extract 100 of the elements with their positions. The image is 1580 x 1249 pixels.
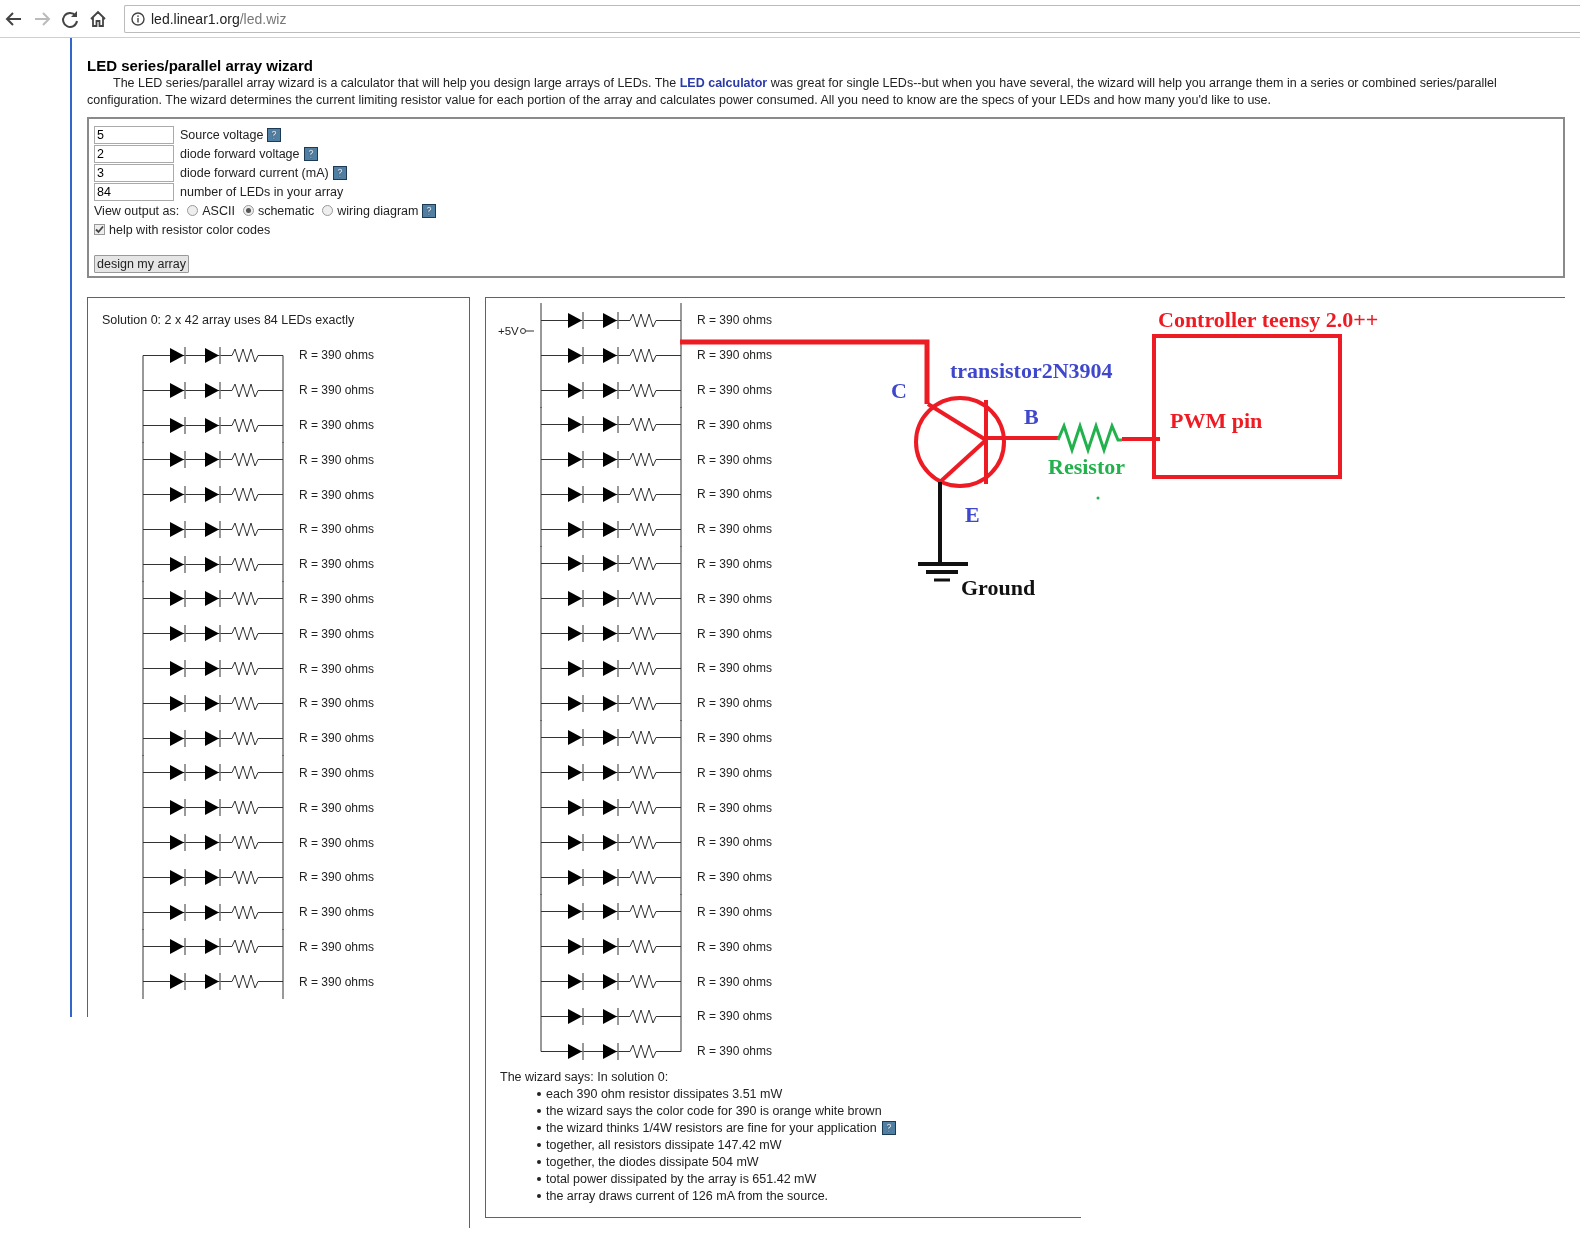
radio-button[interactable] — [322, 205, 334, 216]
bullet-icon — [537, 1126, 541, 1131]
bullet-icon — [537, 1177, 541, 1182]
resistor-value: R = 390 ohms — [697, 661, 773, 676]
summary-item: each 390 ohm resistor dissipates 3.51 mW — [546, 1085, 783, 1103]
field-label: diode forward current (mA) — [180, 165, 329, 180]
resistor-value: R = 390 ohms — [697, 417, 773, 432]
resistor-value: R = 390 ohms — [697, 870, 773, 885]
summary-item: the wizard says the color code for 390 is orange white brown — [546, 1102, 882, 1120]
calculator-link[interactable]: LED calculator — [679, 76, 768, 90]
base-label: B — [1024, 406, 1039, 428]
summary-item: total power dissipated by the array is 651.42 mW — [546, 1170, 817, 1188]
resistor-value: R = 390 ohms — [697, 939, 773, 954]
help-icon[interactable] — [267, 127, 282, 142]
resistor-value: R = 390 ohms — [299, 870, 375, 885]
bullet-icon — [537, 1194, 541, 1199]
input-field[interactable]: 2 — [94, 144, 174, 163]
help-icon[interactable] — [422, 203, 437, 218]
resistor-value: R = 390 ohms — [697, 904, 773, 919]
input-field[interactable]: 3 — [94, 163, 174, 182]
resistor-value: R = 390 ohms — [697, 452, 773, 467]
solution-heading: Solution 0: 2 x 42 array uses 84 LEDs exactly — [101, 312, 356, 329]
resistor-drawing — [1056, 421, 1122, 455]
help-icon[interactable] — [303, 146, 318, 161]
resistor-value: R = 390 ohms — [697, 383, 773, 397]
radio-label[interactable]: schematic — [257, 203, 315, 218]
resistor-value: R = 390 ohms — [697, 348, 773, 363]
bullet-icon — [537, 1143, 541, 1148]
source-label: +5V — [498, 325, 519, 337]
help-icon[interactable] — [332, 165, 347, 180]
summary-item: together, the diodes dissipate 504 mW — [546, 1153, 759, 1171]
resistor-value: R = 390 ohms — [697, 730, 773, 745]
resistor-value: R = 390 ohms — [697, 591, 773, 606]
resistor-value: R = 390 ohms — [299, 800, 375, 815]
resistor-value: R = 390 ohms — [697, 696, 773, 711]
resistor-value: R = 390 ohms — [299, 591, 375, 606]
resistor-value: R = 390 ohms — [697, 626, 773, 641]
resistor-value: R = 390 ohms — [299, 731, 375, 746]
resistor-value: R = 390 ohms — [697, 765, 773, 780]
resistor-label: Resistor — [1048, 456, 1125, 478]
collector-label: C — [891, 380, 907, 402]
emitter-label: E — [965, 504, 980, 526]
resistor-value: R = 390 ohms — [697, 800, 773, 815]
design-button[interactable]: design my array — [94, 255, 189, 273]
resistor-value: R = 390 ohms — [299, 974, 375, 989]
resistor-value: R = 390 ohms — [299, 418, 375, 432]
resistor-value: R = 390 ohms — [697, 1009, 773, 1024]
help-icon[interactable] — [881, 1121, 896, 1136]
resistor-value: R = 390 ohms — [299, 557, 375, 572]
resistor-value: R = 390 ohms — [299, 626, 375, 641]
resistor-value: R = 390 ohms — [299, 348, 375, 363]
summary-item: the wizard thinks 1/4W resistors are fine for your application — [546, 1119, 877, 1137]
intro-paragraph: The LED series/parallel array wizard is a calculator that will help you design large arrays of LEDs. The LED calculator was great for single LEDs--but when you have several, the wizard will help you arrange them in a series or combined series/parallel configuration. The wizard determines the current limiting resistor value for each portion of the array and calculates power consumed. All you need to know are the specs of your LEDs and how many you'd like to use. — [87, 75, 1498, 109]
bullet-icon — [537, 1092, 541, 1097]
resistor-value: R = 390 ohms — [299, 696, 375, 711]
bullet-icon — [537, 1160, 541, 1165]
summary-item: together, all resistors dissipate 147.42 mW — [546, 1136, 782, 1154]
resistor-value: R = 390 ohms — [299, 522, 375, 537]
resistor-value: R = 390 ohms — [299, 765, 375, 780]
page-title: LED series/parallel array wizard — [87, 57, 314, 75]
resistor-value: R = 390 ohms — [299, 661, 375, 676]
resistor-value: R = 390 ohms — [299, 452, 375, 467]
resistor-value: R = 390 ohms — [697, 313, 773, 328]
radio-label[interactable]: ASCII — [202, 203, 235, 218]
resistor-value: R = 390 ohms — [697, 556, 773, 571]
dot-mark — [1096, 496, 1100, 500]
input-field[interactable]: 5 — [94, 125, 174, 144]
field-label: diode forward voltage — [180, 146, 300, 161]
resistor-value: R = 390 ohms — [697, 835, 773, 850]
info-icon[interactable] — [131, 11, 145, 26]
radio-button[interactable] — [242, 205, 254, 216]
resistor-value: R = 390 ohms — [697, 522, 773, 537]
checkbox[interactable] — [94, 224, 105, 235]
input-field[interactable]: 84 — [94, 182, 174, 201]
checkbox-label[interactable]: help with resistor color codes — [109, 222, 271, 237]
pin-label: PWM pin — [1170, 410, 1263, 432]
ground-icon — [918, 562, 968, 582]
summary-item: the array draws current of 126 mA from the source. — [546, 1187, 829, 1205]
radio-label[interactable]: wiring diagram — [337, 203, 419, 218]
controller-label: Controller teensy 2.0++ — [1158, 309, 1379, 331]
home-icon[interactable] — [88, 8, 108, 29]
resistor-value: R = 390 ohms — [299, 905, 375, 920]
resistor-value: R = 390 ohms — [299, 835, 375, 850]
bullet-icon — [537, 1109, 541, 1114]
radio-button[interactable] — [187, 205, 199, 216]
resistor-value: R = 390 ohms — [697, 1044, 773, 1059]
terminal-icon — [518, 327, 534, 335]
pin-wire — [1122, 437, 1160, 441]
transistor-label: transistor2N3904 — [950, 360, 1113, 382]
resistor-value: R = 390 ohms — [697, 974, 773, 989]
ground-label: Ground — [961, 577, 1036, 599]
address-field[interactable]: led.linear1.org/led.wiz — [124, 4, 1580, 33]
resistor-value: R = 390 ohms — [299, 487, 375, 502]
resistor-value: R = 390 ohms — [299, 939, 375, 954]
field-label: number of LEDs in your array — [180, 184, 344, 199]
resistor-value: R = 390 ohms — [697, 487, 773, 502]
field-label: Source voltage — [180, 127, 264, 142]
resistor-value: R = 390 ohms — [299, 383, 375, 398]
option-label: View output as: — [94, 203, 180, 218]
base-wire — [986, 436, 1058, 440]
